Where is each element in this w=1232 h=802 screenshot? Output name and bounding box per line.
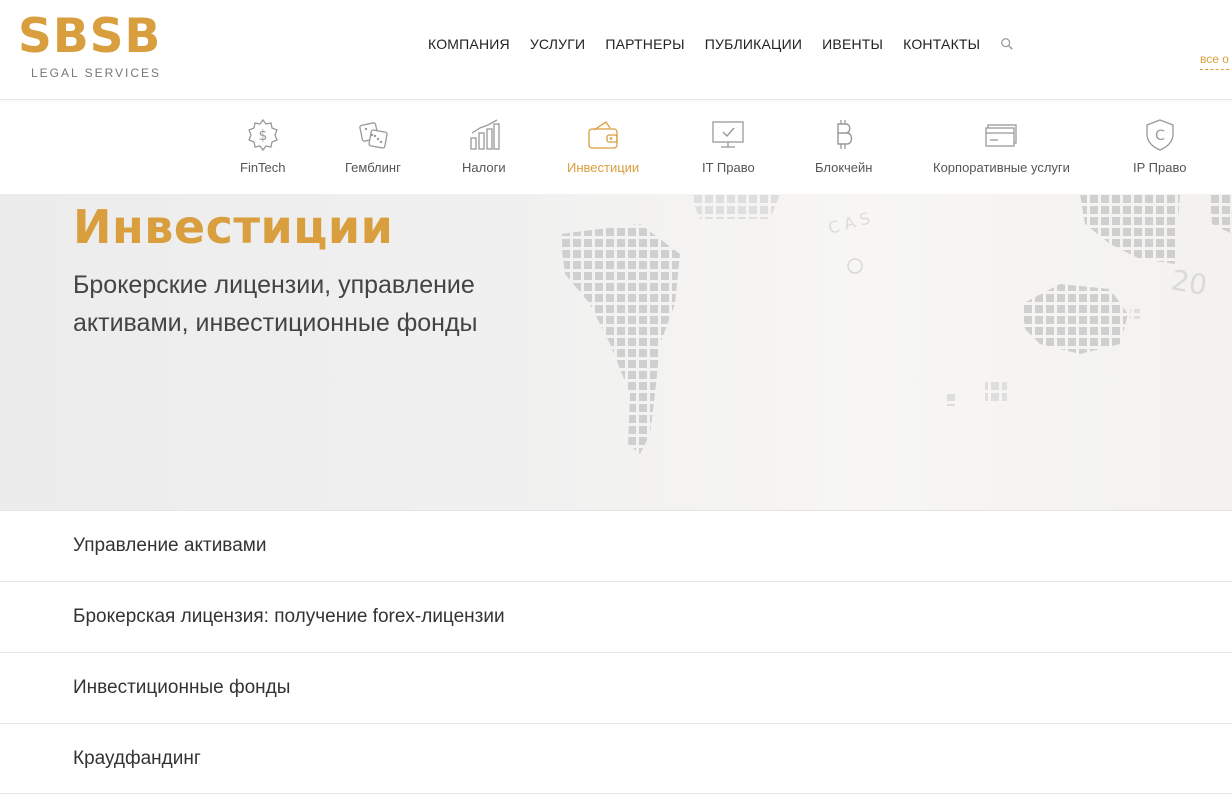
nav-item-company[interactable]: КОМПАНИЯ xyxy=(428,36,510,52)
dollar-coin-icon: $ xyxy=(247,118,278,152)
hero-subtitle: Брокерские лицензии, управление активами… xyxy=(73,271,478,337)
logo[interactable]: SBSB LEGAL SERVICES xyxy=(18,9,163,81)
list-item[interactable]: Инвестиционные фонды xyxy=(0,652,1232,723)
category-ip-law[interactable]: C IP Право xyxy=(1133,118,1186,175)
copyright-shield-icon: C xyxy=(1146,119,1174,151)
search-icon[interactable] xyxy=(1000,37,1014,51)
category-label: Инвестиции xyxy=(567,160,640,175)
category-label: Корпоративные услуги xyxy=(933,160,1070,175)
bar-chart-icon xyxy=(470,119,500,150)
category-label: IP Право xyxy=(1133,160,1187,175)
dice-icon xyxy=(359,122,388,149)
category-bar: $ FinTech Гемблинг Налоги Инвестиции IT … xyxy=(0,100,1232,194)
category-fintech[interactable]: $ FinTech xyxy=(240,118,286,175)
category-label: Налоги xyxy=(462,160,506,175)
all-services-link[interactable]: все о xyxy=(1200,52,1229,70)
category-corporate[interactable]: Корпоративные услуги xyxy=(933,118,1070,175)
list-item[interactable]: Управление активами xyxy=(0,510,1232,581)
svg-text:$: $ xyxy=(258,128,267,144)
card-icon xyxy=(985,124,1018,147)
logo-mark: SBSB xyxy=(18,9,162,64)
bitcoin-icon xyxy=(837,120,852,149)
svg-text:C: C xyxy=(1155,128,1165,144)
svg-text:C A S: C A S xyxy=(826,209,872,238)
category-label: IT Право xyxy=(702,160,755,175)
list-item[interactable]: Краудфандинг xyxy=(0,723,1232,794)
wallet-icon xyxy=(588,121,618,149)
hero-title: Инвестиции xyxy=(73,200,394,254)
category-label: FinTech xyxy=(240,160,286,175)
category-label: Блокчейн xyxy=(815,160,873,175)
category-investments[interactable]: Инвестиции xyxy=(567,118,639,175)
hero-banner: 20 C A S Инвестиции Брокерские лицензии,… xyxy=(0,194,1232,510)
nav-item-contacts[interactable]: КОНТАКТЫ xyxy=(903,36,980,52)
nav-item-partners[interactable]: ПАРТНЕРЫ xyxy=(605,36,684,52)
main-nav: КОМПАНИЯ УСЛУГИ ПАРТНЕРЫ ПУБЛИКАЦИИ ИВЕН… xyxy=(428,36,1014,52)
category-it-law[interactable]: IT Право xyxy=(702,118,755,175)
nav-item-publications[interactable]: ПУБЛИКАЦИИ xyxy=(705,36,802,52)
monitor-check-icon xyxy=(712,121,745,148)
services-list: Управление активами Брокерская лицензия:… xyxy=(0,510,1232,794)
category-blockchain[interactable]: Блокчейн xyxy=(815,118,872,175)
logo-subtitle: LEGAL SERVICES xyxy=(31,66,162,80)
list-item[interactable]: Брокерская лицензия: получение forex-лиц… xyxy=(0,581,1232,652)
nav-item-services[interactable]: УСЛУГИ xyxy=(530,36,585,52)
category-gambling[interactable]: Гемблинг xyxy=(345,118,401,175)
svg-text:20: 20 xyxy=(1169,263,1210,302)
site-header: SBSB LEGAL SERVICES КОМПАНИЯ УСЛУГИ ПАРТ… xyxy=(0,0,1232,100)
category-taxes[interactable]: Налоги xyxy=(462,118,506,175)
category-label: Гемблинг xyxy=(345,160,401,175)
nav-item-events[interactable]: ИВЕНТЫ xyxy=(822,36,883,52)
